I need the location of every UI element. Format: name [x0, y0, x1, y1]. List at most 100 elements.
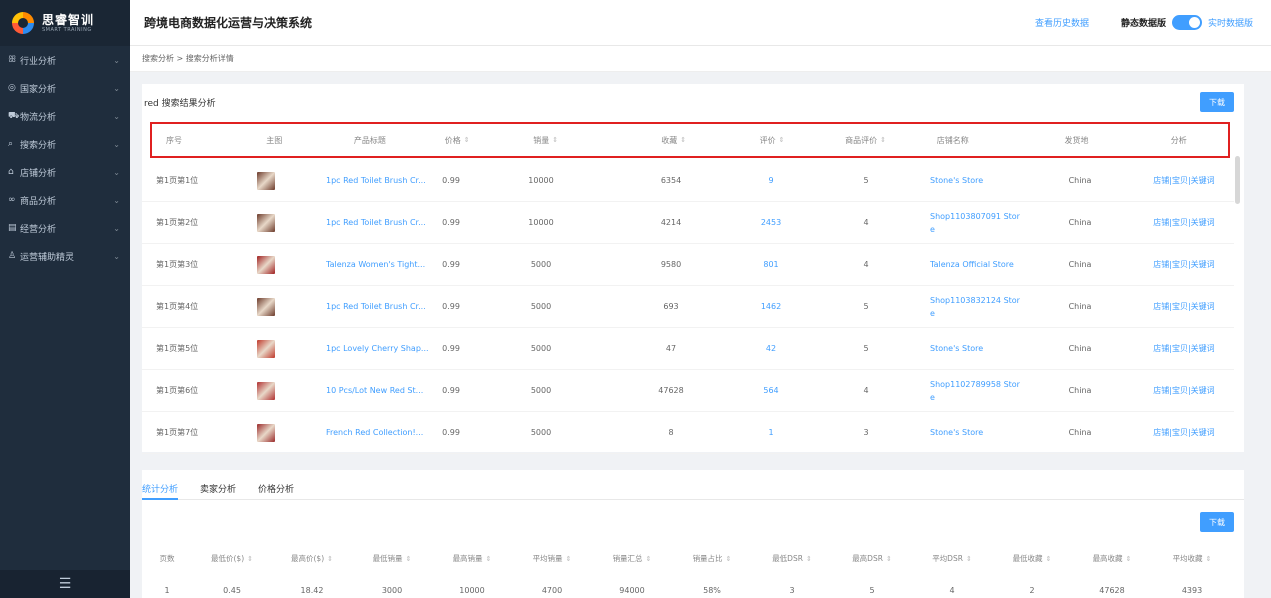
table-scrollbar[interactable] [1235, 156, 1240, 204]
product-thumbnail[interactable] [257, 171, 275, 190]
thumbnail-cell[interactable] [242, 381, 290, 400]
analysis-links-cell[interactable]: 店铺|宝贝|关键词 [1134, 301, 1234, 312]
thumbnail-cell[interactable] [242, 339, 290, 358]
sidebar-item[interactable]: ⛟ 物流分析 ⌄ [0, 102, 130, 130]
download-button[interactable]: 下载 [1200, 92, 1234, 112]
sort-icon[interactable]: ⇕ [566, 555, 572, 563]
collapse-menu-icon[interactable]: ☰ [0, 570, 130, 598]
history-data-link[interactable]: 查看历史数据 [1035, 16, 1089, 29]
analysis-links-cell[interactable]: 店铺|宝贝|关键词 [1134, 259, 1234, 270]
sidebar-item[interactable]: ◎ 国家分析 ⌄ [0, 74, 130, 102]
sort-icon[interactable]: ⇕ [406, 555, 412, 563]
stats-column-header[interactable]: 最低收藏 ⇕ [992, 553, 1072, 564]
column-header[interactable]: 商品评价 ⇕ [816, 135, 914, 146]
stats-column-header[interactable]: 最低DSR ⇕ [752, 553, 832, 564]
stats-column-header[interactable]: 最高收藏 ⇕ [1072, 553, 1152, 564]
shop-name-cell[interactable]: Shop1103807091 Store [916, 210, 1026, 236]
sidebar-item[interactable]: ♙ 运营辅助精灵 ⌄ [0, 242, 130, 270]
thumbnail-cell[interactable] [242, 213, 290, 232]
sort-icon[interactable]: ⇕ [1046, 555, 1052, 563]
sort-icon[interactable]: ⇕ [327, 555, 333, 563]
sort-icon[interactable]: ⇕ [806, 555, 812, 563]
column-header[interactable]: 价格 ⇕ [442, 135, 472, 146]
stats-column-header[interactable]: 最高DSR ⇕ [832, 553, 912, 564]
stats-column-header: 页数 [142, 553, 192, 564]
thumbnail-cell[interactable] [242, 297, 290, 316]
sort-icon[interactable]: ⇕ [464, 136, 470, 144]
shop-name-cell[interactable]: Stone's Store [916, 426, 1026, 439]
sort-icon[interactable]: ⇕ [779, 136, 785, 144]
sort-icon[interactable]: ⇕ [247, 555, 253, 563]
data-mode-toggle[interactable] [1171, 15, 1202, 30]
stats-column-header[interactable]: 销量占比 ⇕ [672, 553, 752, 564]
stats-download-button[interactable]: 下载 [1200, 512, 1234, 532]
reviews-cell[interactable]: 564 [726, 386, 816, 395]
shop-name-cell[interactable]: Shop1103832124 Store [916, 294, 1026, 320]
column-header[interactable]: 销量 ⇕ [472, 135, 620, 146]
tab-2[interactable]: 价格分析 [258, 476, 294, 500]
sort-icon[interactable]: ⇕ [880, 136, 886, 144]
sidebar-item[interactable]: ▤ 经营分析 ⌄ [0, 214, 130, 242]
thumbnail-cell[interactable] [242, 171, 290, 190]
product-title-cell[interactable]: 10 Pcs/Lot New Red St... [290, 386, 436, 395]
reviews-cell[interactable]: 9 [726, 176, 816, 185]
reviews-cell[interactable]: 801 [726, 260, 816, 269]
product-thumbnail[interactable] [257, 339, 275, 358]
product-thumbnail[interactable] [257, 255, 275, 274]
stats-column-header[interactable]: 最低销量 ⇕ [352, 553, 432, 564]
stats-column-header[interactable]: 销量汇总 ⇕ [592, 553, 672, 564]
stats-cell: 94000 [619, 585, 645, 595]
sidebar-item[interactable]: ꕥ 行业分析 ⌄ [0, 46, 130, 74]
shop-name-cell[interactable]: Talenza Official Store [916, 258, 1026, 271]
shop-name-cell[interactable]: Stone's Store [916, 174, 1026, 187]
reviews-cell[interactable]: 2453 [726, 218, 816, 227]
stats-column-header[interactable]: 最低价($) ⇕ [192, 553, 272, 564]
analysis-links-cell[interactable]: 店铺|宝贝|关键词 [1134, 343, 1234, 354]
sidebar-item[interactable]: ∞ 商品分析 ⌄ [0, 186, 130, 214]
sort-icon[interactable]: ⇕ [726, 555, 732, 563]
product-title-cell[interactable]: French Red Collection!... [290, 428, 436, 437]
nav-icon: ▤ [8, 223, 17, 233]
thumbnail-cell[interactable] [242, 423, 290, 442]
rank-cell: 第1页第7位 [142, 427, 242, 438]
stats-column-header[interactable]: 平均收藏 ⇕ [1152, 553, 1232, 564]
analysis-links-cell[interactable]: 店铺|宝贝|关键词 [1134, 217, 1234, 228]
sidebar-item[interactable]: ⌕ 搜索分析 ⌄ [0, 130, 130, 158]
product-thumbnail[interactable] [257, 297, 275, 316]
sort-icon[interactable]: ⇕ [552, 136, 558, 144]
sort-icon[interactable]: ⇕ [1206, 555, 1212, 563]
product-title-cell[interactable]: 1pc Red Toilet Brush Cr... [290, 176, 436, 185]
stats-column-header[interactable]: 平均销量 ⇕ [512, 553, 592, 564]
sort-icon[interactable]: ⇕ [886, 555, 892, 563]
logo[interactable]: 思睿智训 SMART TRAINING [0, 0, 130, 46]
stats-column-header[interactable]: 最高销量 ⇕ [432, 553, 512, 564]
analysis-links-cell[interactable]: 店铺|宝贝|关键词 [1134, 385, 1234, 396]
shop-name-cell[interactable]: Shop1102789958 Store [916, 378, 1026, 404]
stats-column-header[interactable]: 平均DSR ⇕ [912, 553, 992, 564]
sort-icon[interactable]: ⇕ [966, 555, 972, 563]
sort-icon[interactable]: ⇕ [646, 555, 652, 563]
reviews-cell[interactable]: 1 [726, 428, 816, 437]
sort-icon[interactable]: ⇕ [1126, 555, 1132, 563]
product-title-cell[interactable]: Talenza Women's Tight... [290, 260, 436, 269]
product-title-cell[interactable]: 1pc Lovely Cherry Shap... [290, 344, 436, 353]
thumbnail-cell[interactable] [242, 255, 290, 274]
sidebar-item[interactable]: ⌂ 店铺分析 ⌄ [0, 158, 130, 186]
product-thumbnail[interactable] [257, 423, 275, 442]
reviews-cell[interactable]: 1462 [726, 302, 816, 311]
analysis-links-cell[interactable]: 店铺|宝贝|关键词 [1134, 175, 1234, 186]
product-title-cell[interactable]: 1pc Red Toilet Brush Cr... [290, 302, 436, 311]
sort-icon[interactable]: ⇕ [486, 555, 492, 563]
shop-name-cell[interactable]: Stone's Store [916, 342, 1026, 355]
column-header[interactable]: 收藏 ⇕ [620, 135, 728, 146]
reviews-cell[interactable]: 42 [726, 344, 816, 353]
column-header[interactable]: 评价 ⇕ [728, 135, 817, 146]
tab-0[interactable]: 统计分析 [142, 476, 179, 500]
sort-icon[interactable]: ⇕ [680, 136, 686, 144]
product-title-cell[interactable]: 1pc Red Toilet Brush Cr... [290, 218, 436, 227]
product-thumbnail[interactable] [257, 381, 275, 400]
stats-column-header[interactable]: 最高价($) ⇕ [272, 553, 352, 564]
tab-1[interactable]: 卖家分析 [200, 476, 236, 500]
analysis-links-cell[interactable]: 店铺|宝贝|关键词 [1134, 427, 1234, 438]
product-thumbnail[interactable] [257, 213, 275, 232]
